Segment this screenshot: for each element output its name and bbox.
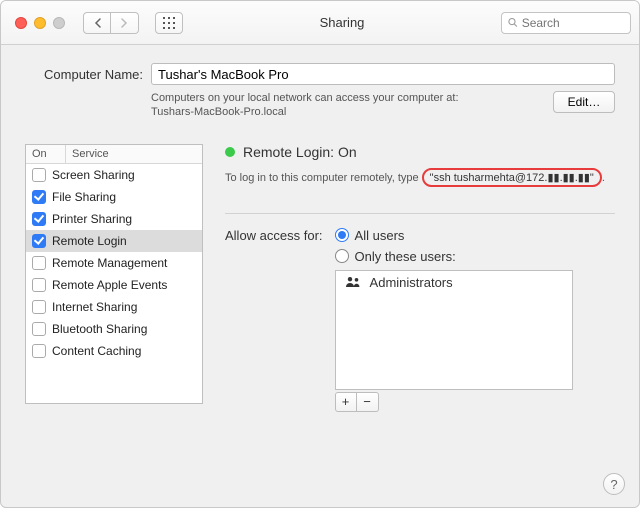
forward-button[interactable] [111,12,139,34]
status-led-icon [225,147,235,157]
service-name: Internet Sharing [52,300,137,314]
services-header: On Service [26,145,202,164]
service-name: File Sharing [52,190,116,204]
search-input[interactable] [522,16,624,30]
service-checkbox[interactable] [32,278,46,292]
service-checkbox[interactable] [32,168,46,182]
allow-access-row: Allow access for: All users Only these u… [225,228,615,412]
computer-name-label: Computer Name: [25,67,143,82]
zoom-icon [53,17,65,29]
login-suffix: . [602,172,605,184]
col-service: Service [66,145,202,163]
service-row[interactable]: Remote Apple Events [26,274,202,296]
grid-icon [163,17,175,29]
service-row[interactable]: Bluetooth Sharing [26,318,202,340]
service-name: Bluetooth Sharing [52,322,147,336]
service-row[interactable]: File Sharing [26,186,202,208]
radio-only-these-input[interactable] [335,249,349,263]
traffic-lights [15,17,65,29]
service-name: Content Caching [52,344,141,358]
service-row[interactable]: Internet Sharing [26,296,202,318]
service-checkbox[interactable] [32,212,46,226]
service-checkbox[interactable] [32,234,46,248]
service-name: Remote Apple Events [52,278,167,292]
edit-button[interactable]: Edit… [553,91,615,113]
service-checkbox[interactable] [32,322,46,336]
service-name: Remote Management [52,256,167,270]
subtext-line2: Tushars-MacBook-Pro.local [151,105,553,119]
service-name: Printer Sharing [52,212,132,226]
service-row[interactable]: Printer Sharing [26,208,202,230]
services-body: Screen Sharing File Sharing Printer Sharin… [26,164,202,403]
col-on: On [26,145,66,163]
close-icon[interactable] [15,17,27,29]
search-icon [508,17,518,28]
add-remove-controls: + − [335,392,573,412]
service-checkbox[interactable] [32,190,46,204]
remove-user-button[interactable]: − [357,392,379,412]
computer-name-input[interactable] [151,63,615,85]
separator [225,213,615,214]
detail-panel: Remote Login: On To log in to this compu… [225,144,615,412]
computer-name-subtext: Computers on your local network can acce… [151,91,615,120]
service-checkbox[interactable] [32,300,46,314]
users-listbox[interactable]: Administrators [335,270,573,390]
status-title: Remote Login: On [243,144,357,160]
ssh-command: "ssh tusharmehta@172.▮▮.▮▮.▮▮" [422,168,602,187]
service-row[interactable]: Remote Login [26,230,202,252]
login-prefix: To log in to this computer remotely, typ… [225,172,422,184]
nav-back-forward [83,12,139,34]
service-row[interactable]: Screen Sharing [26,164,202,186]
service-row[interactable]: Content Caching [26,340,202,362]
login-instruction: To log in to this computer remotely, typ… [225,168,615,187]
computer-name-row: Computer Name: [25,63,615,85]
services-table: On Service Screen Sharing File Sharing Pri… [25,144,203,404]
add-user-button[interactable]: + [335,392,357,412]
subtext-line1: Computers on your local network can acce… [151,91,553,105]
radio-only-these[interactable]: Only these users: [335,249,573,264]
list-item[interactable]: Administrators [336,271,572,294]
content: Computer Name: Computers on your local n… [1,45,639,424]
allow-access-label: Allow access for: [225,228,323,243]
user-name: Administrators [370,275,453,290]
service-name: Remote Login [52,234,127,248]
window-title: Sharing [191,15,493,30]
service-checkbox[interactable] [32,256,46,270]
service-name: Screen Sharing [52,168,135,182]
help-button[interactable]: ? [603,473,625,495]
radio-only-these-label: Only these users: [355,249,456,264]
back-button[interactable] [83,12,111,34]
status-line: Remote Login: On [225,144,615,160]
radio-all-users[interactable]: All users [335,228,573,243]
search-field[interactable] [501,12,631,34]
people-icon [344,276,362,288]
show-all-button[interactable] [155,12,183,34]
service-checkbox[interactable] [32,344,46,358]
sharing-window: Sharing Computer Name: Computers on your… [0,0,640,508]
radio-all-users-input[interactable] [335,228,349,242]
service-row[interactable]: Remote Management [26,252,202,274]
titlebar: Sharing [1,1,639,45]
minimize-icon[interactable] [34,17,46,29]
radio-all-users-label: All users [355,228,405,243]
